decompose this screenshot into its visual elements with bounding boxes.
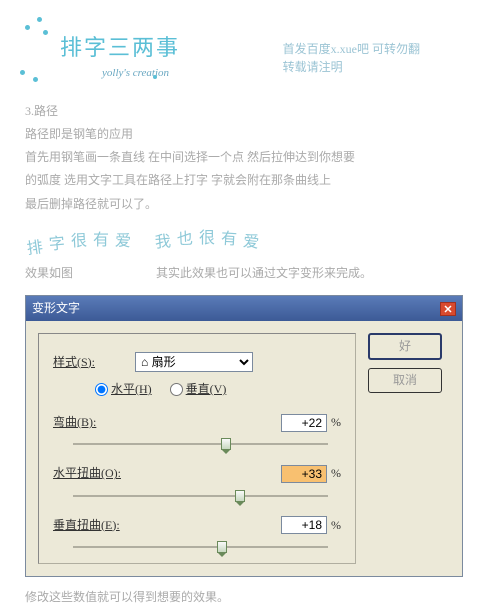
warp-text-dialog: 变形文字 样式(S): ⌂ 扇形 水平(H) 垂直(V) 弯曲(B): % 水平… <box>25 295 463 577</box>
dialog-title-text: 变形文字 <box>32 299 80 318</box>
effect-label: 效果如图 <box>25 266 73 280</box>
close-icon <box>444 305 452 313</box>
body-text: 路径即是钢笔的应用 <box>25 125 475 144</box>
header-credits: 首发百度x.xue吧 可转勿翻 转载请注明 <box>283 40 420 76</box>
body-text: 最后删掉路径就可以了。 <box>25 195 475 214</box>
ok-button[interactable]: 好 <box>368 333 442 360</box>
vdist-input[interactable] <box>281 516 327 534</box>
curved-text-example: 排 字 很 有 爱 我 也 很 有 爱 <box>25 224 475 259</box>
close-button[interactable] <box>440 302 456 316</box>
cancel-button[interactable]: 取消 <box>368 368 442 393</box>
style-select[interactable]: ⌂ 扇形 <box>135 352 253 372</box>
hdist-slider[interactable] <box>73 490 328 502</box>
page-title: 排字三两事 <box>60 30 180 65</box>
style-label: 样式(S): <box>53 353 135 372</box>
body-text: 首先用钢笔画一条直线 在中间选择一个点 然后拉伸达到你想要 <box>25 148 475 167</box>
section-heading: 3.路径 <box>25 102 475 121</box>
effect-note: 其实此效果也可以通过文字变形来完成。 <box>156 266 372 280</box>
body-text: 的弧度 选用文字工具在路径上打字 字就会附在那条曲线上 <box>25 171 475 190</box>
form-panel: 样式(S): ⌂ 扇形 水平(H) 垂直(V) 弯曲(B): % 水平扭曲(O)… <box>38 333 356 564</box>
horizontal-radio[interactable]: 水平(H) <box>95 380 152 399</box>
hdist-input[interactable] <box>281 465 327 483</box>
dialog-titlebar[interactable]: 变形文字 <box>26 296 462 321</box>
footer-text: 修改这些数值就可以得到想要的效果。 <box>0 580 500 615</box>
vdist-label: 垂直扭曲(E): <box>53 516 135 535</box>
hdist-label: 水平扭曲(O): <box>53 464 135 483</box>
vertical-radio[interactable]: 垂直(V) <box>170 380 227 399</box>
bend-input[interactable] <box>281 414 327 432</box>
bend-label: 弯曲(B): <box>53 413 135 432</box>
vdist-slider[interactable] <box>73 541 328 553</box>
bend-slider[interactable] <box>73 438 328 450</box>
